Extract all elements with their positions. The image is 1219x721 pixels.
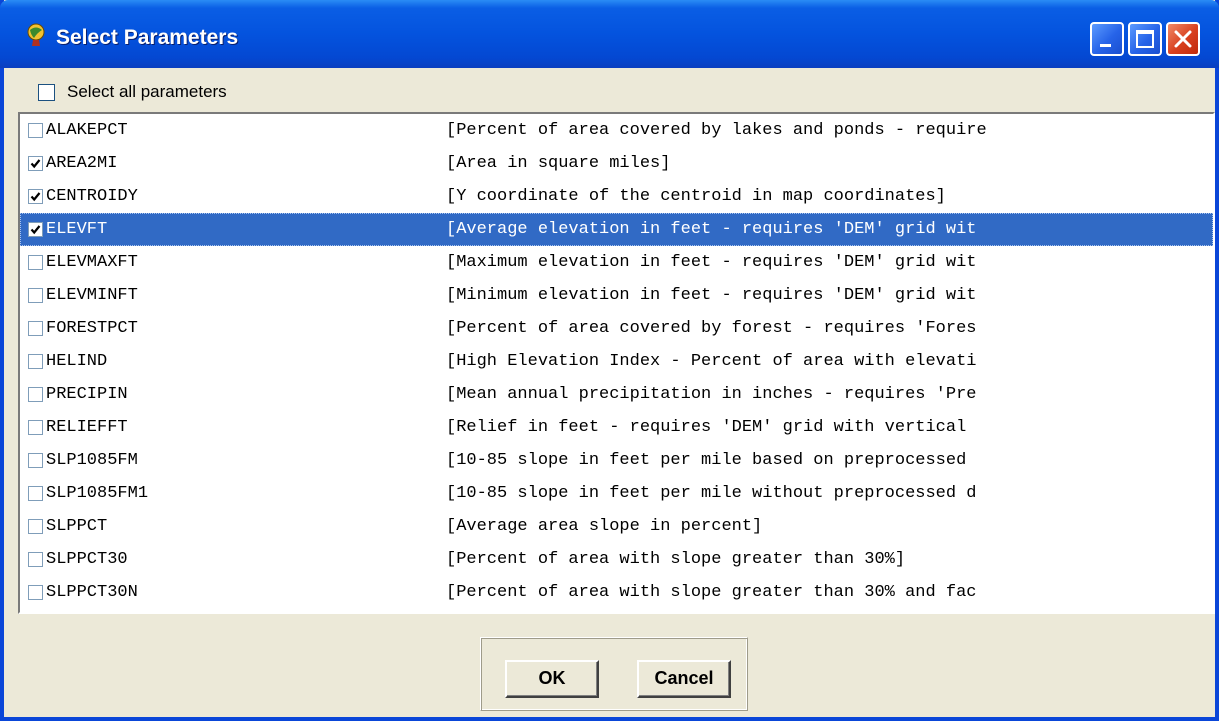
dialog-window: Select Parameters Select all parameters …	[0, 0, 1219, 721]
parameter-description: [Maximum elevation in feet - requires 'D…	[446, 253, 977, 272]
parameter-checkbox[interactable]	[28, 156, 43, 171]
checkmark-icon	[30, 159, 41, 169]
globe-app-icon	[24, 22, 48, 48]
parameter-code: SLP1085FM	[46, 451, 138, 470]
list-item[interactable]: RELIEFFT [Relief in feet - requires 'DEM'…	[20, 411, 1213, 444]
parameter-description: [Percent of area covered by lakes and po…	[446, 121, 987, 140]
parameter-checkbox[interactable]	[28, 453, 43, 468]
parameter-description: [Y coordinate of the centroid in map coo…	[446, 187, 946, 206]
list-item[interactable]: SLPPCT [Average area slope in percent]	[20, 510, 1213, 543]
list-item[interactable]: HELIND [High Elevation Index - Percent of…	[20, 345, 1213, 378]
parameter-code: SLPPCT30N	[46, 583, 138, 602]
list-item[interactable]: ALAKEPCT [Percent of area covered by lake…	[20, 114, 1213, 147]
parameter-checkbox[interactable]	[28, 255, 43, 270]
parameter-code: FORESTPCT	[46, 319, 138, 338]
parameter-code: CENTROIDY	[46, 187, 138, 206]
parameter-description: [Area in square miles]	[446, 154, 671, 173]
list-item[interactable]: AREA2MI [Area in square miles]	[20, 147, 1213, 180]
minimize-button[interactable]	[1090, 22, 1124, 56]
parameter-checkbox[interactable]	[28, 585, 43, 600]
parameter-checkbox[interactable]	[28, 387, 43, 402]
select-all-box[interactable]	[38, 83, 55, 101]
parameter-code: PRECIPIN	[46, 385, 128, 404]
title-bar[interactable]: Select Parameters	[0, 0, 1219, 68]
cancel-button[interactable]: Cancel	[637, 660, 731, 698]
parameter-code: ELEVMINFT	[46, 286, 138, 305]
parameter-description: [Relief in feet - requires 'DEM' grid wi…	[446, 418, 967, 437]
parameter-description: [High Elevation Index - Percent of area …	[446, 352, 977, 371]
list-item[interactable]: SLPPCT30N [Percent of area with slope gre…	[20, 576, 1213, 609]
checkmark-icon	[30, 192, 41, 202]
list-item[interactable]: SLP1085FM1 [10-85 slope in feet per mile …	[20, 477, 1213, 510]
list-item[interactable]: PRECIPIN [Mean annual precipitation in in…	[20, 378, 1213, 411]
parameters-list[interactable]: ALAKEPCT [Percent of area covered by lake…	[18, 112, 1215, 614]
list-item[interactable]: FORESTPCT [Percent of area covered by for…	[20, 312, 1213, 345]
parameter-code: ELEVMAXFT	[46, 253, 138, 272]
parameter-checkbox[interactable]	[28, 321, 43, 336]
parameter-description: [Average area slope in percent]	[446, 517, 763, 536]
select-all-label: Select all parameters	[67, 82, 227, 101]
parameter-checkbox[interactable]	[28, 189, 43, 204]
select-all-checkbox[interactable]: Select all parameters	[38, 82, 227, 102]
list-item[interactable]: ELEVMAXFT [Maximum elevation in feet - re…	[20, 246, 1213, 279]
list-item[interactable]: CENTROIDY [Y coordinate of the centroid i…	[20, 180, 1213, 213]
parameter-checkbox[interactable]	[28, 123, 43, 138]
list-item[interactable]: ELEVFT [Average elevation in feet - requi…	[20, 213, 1213, 246]
parameter-description: [Mean annual precipitation in inches - r…	[446, 385, 977, 404]
button-group: OK Cancel	[480, 637, 748, 711]
parameter-description: [10-85 slope in feet per mile based on p…	[446, 451, 967, 470]
parameter-code: SLPPCT30	[46, 550, 128, 569]
list-item[interactable]: SLPPCT30 [Percent of area with slope grea…	[20, 543, 1213, 576]
parameter-code: SLP1085FM1	[46, 484, 149, 503]
parameter-description: [10-85 slope in feet per mile without pr…	[446, 484, 977, 503]
parameter-description: [Percent of area with slope greater than…	[446, 583, 977, 602]
parameter-code: ALAKEPCT	[46, 121, 128, 140]
parameter-code: RELIEFFT	[46, 418, 128, 437]
window-title: Select Parameters	[56, 26, 239, 49]
parameter-code: HELIND	[46, 352, 108, 371]
list-item[interactable]: SLP1085FM [10-85 slope in feet per mile b…	[20, 444, 1213, 477]
parameter-description: [Minimum elevation in feet - requires 'D…	[446, 286, 977, 305]
parameter-checkbox[interactable]	[28, 420, 43, 435]
ok-button[interactable]: OK	[505, 660, 599, 698]
parameter-checkbox[interactable]	[28, 354, 43, 369]
close-button[interactable]	[1166, 22, 1200, 56]
parameter-description: [Percent of area with slope greater than…	[446, 550, 906, 569]
parameter-code: SLPPCT	[46, 517, 108, 536]
parameter-checkbox[interactable]	[28, 486, 43, 501]
list-item[interactable]: ELEVMINFT [Minimum elevation in feet - re…	[20, 279, 1213, 312]
parameter-description: [Percent of area covered by forest - req…	[446, 319, 977, 338]
parameter-code: AREA2MI	[46, 154, 118, 173]
parameter-checkbox[interactable]	[28, 519, 43, 534]
parameter-checkbox[interactable]	[28, 552, 43, 567]
parameter-checkbox[interactable]	[28, 288, 43, 303]
focus-rectangle	[20, 213, 1213, 246]
maximize-button[interactable]	[1128, 22, 1162, 56]
